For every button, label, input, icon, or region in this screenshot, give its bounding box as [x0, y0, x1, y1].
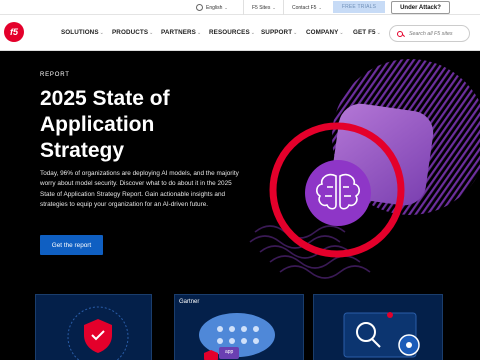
nav-item-solutions[interactable]: SOLUTIONS⌄ — [61, 29, 104, 36]
language-label: English — [206, 4, 223, 11]
hero-illustration — [249, 59, 480, 279]
search-icon — [397, 30, 403, 37]
utility-bar: English ⌄ F5 Sites ⌄ Contact F5 ⌄ FREE T… — [0, 0, 480, 15]
search-input[interactable] — [409, 30, 469, 37]
nav-item-partners[interactable]: PARTNERS⌄ — [161, 29, 201, 36]
chevron-down-icon: ⌄ — [339, 30, 344, 36]
f5-logo[interactable]: f5 — [4, 22, 24, 42]
chevron-down-icon: ⌄ — [272, 5, 276, 10]
hero-description: Today, 96% of organizations are deployin… — [40, 170, 239, 209]
shield-illustration — [67, 306, 129, 360]
brain-icon-circle — [305, 160, 371, 226]
divider — [243, 0, 244, 15]
resource-card[interactable]: Gartner app — [174, 294, 304, 360]
f5-sites-label: F5 Sites — [252, 4, 271, 11]
hero-title: 2025 State of Application Strategy — [40, 87, 170, 162]
nav-item-support[interactable]: SUPPORT⌄ — [261, 29, 297, 36]
nav-item-resources[interactable]: RESOURCES⌄ — [209, 29, 255, 36]
globe-icon — [196, 4, 203, 11]
chevron-down-icon: ⌄ — [293, 30, 298, 36]
chevron-down-icon: ⌄ — [318, 5, 322, 10]
nav-item-label: SOLUTIONS — [61, 29, 99, 36]
chevron-down-icon: ⌄ — [250, 30, 256, 36]
main-nav: f5 SOLUTIONS⌄ PRODUCTS⌄ PARTNERS⌄ RESOUR… — [0, 15, 480, 51]
nav-item-label: GET F5 — [353, 29, 376, 36]
nav-item-label: PARTNERS — [161, 29, 196, 36]
search-box[interactable] — [389, 25, 470, 42]
chevron-down-icon: ⌄ — [376, 30, 381, 36]
resource-card[interactable] — [313, 294, 443, 360]
contact-f5-label: Contact F5 — [292, 4, 317, 11]
free-trials-button[interactable]: FREE TRIALS — [333, 1, 385, 13]
chevron-down-icon: ⌄ — [99, 30, 104, 36]
divider — [283, 0, 284, 15]
nav-item-label: RESOURCES — [209, 29, 250, 36]
get-the-report-button[interactable]: Get the report — [40, 235, 103, 255]
nav-item-label: SUPPORT — [261, 29, 293, 36]
resource-card[interactable] — [35, 294, 152, 360]
contact-f5-dropdown[interactable]: Contact F5 ⌄ — [292, 0, 322, 15]
cloud-network-illustration — [199, 313, 275, 360]
nav-item-label: PRODUCTS — [112, 29, 149, 36]
under-attack-button[interactable]: Under Attack? — [391, 1, 450, 14]
chevron-down-icon: ⌄ — [224, 5, 228, 10]
nav-item-products[interactable]: PRODUCTS⌄ — [112, 29, 153, 36]
chevron-down-icon: ⌄ — [196, 30, 202, 36]
hero-section: REPORT 2025 State of Application Strateg… — [0, 52, 480, 360]
chevron-down-icon: ⌄ — [149, 30, 154, 36]
app-badge: app — [225, 349, 234, 355]
language-selector[interactable]: English ⌄ — [196, 0, 228, 15]
hero-eyebrow: REPORT — [40, 72, 70, 78]
f5-sites-dropdown[interactable]: F5 Sites ⌄ — [252, 0, 276, 15]
nav-item-company[interactable]: COMPANY⌄ — [306, 29, 344, 36]
nav-item-label: COMPANY — [306, 29, 339, 36]
analytics-illustration — [343, 312, 420, 358]
nav-item-get-f5[interactable]: GET F5⌄ — [353, 29, 381, 36]
